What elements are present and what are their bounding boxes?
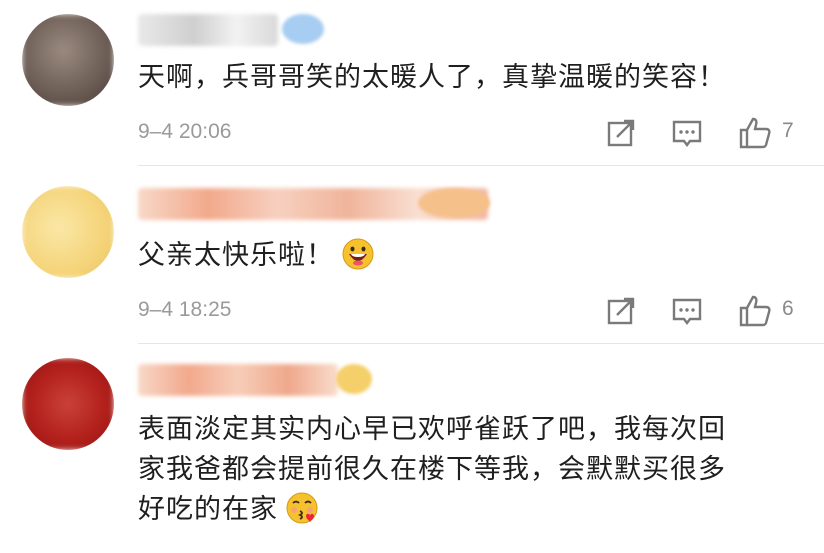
avatar[interactable]: [22, 186, 114, 278]
comment-text: 表面淡定其实内心早已欢呼雀跃了吧，我每次回 家我爸都会提前很久在楼下等我，会默默…: [138, 410, 794, 530]
comment-actions: 6: [600, 294, 810, 328]
avatar[interactable]: [22, 14, 114, 106]
comment-text: 父亲太快乐啦！: [138, 236, 794, 276]
username-redacted[interactable]: [138, 14, 278, 46]
like-count: 6: [782, 297, 794, 320]
username-redacted[interactable]: [138, 364, 338, 396]
comment-actions: 7: [600, 116, 810, 150]
comment-item: 天啊，兵哥哥笑的太暖人了，真挚温暖的笑容！ 9–4 20:06 7: [0, 0, 824, 166]
comment-item: 表面淡定其实内心早已欢呼雀跃了吧，我每次回 家我爸都会提前很久在楼下等我，会默默…: [0, 344, 824, 553]
comment-text: 天啊，兵哥哥笑的太暖人了，真挚温暖的笑容！: [138, 62, 726, 93]
like-icon[interactable]: [738, 116, 772, 150]
comment-text-line-last: 好吃的在家: [138, 490, 794, 530]
reply-icon[interactable]: [670, 294, 704, 328]
like-count: 7: [782, 119, 794, 142]
comment-text-content: 好吃的在家: [138, 494, 278, 525]
user-badge-icon: [418, 188, 490, 218]
comment-time: 9–4 18:25: [138, 298, 232, 321]
comment-text-content: 父亲太快乐啦！: [138, 240, 334, 271]
comment-text-line: 表面淡定其实内心早已欢呼雀跃了吧，我每次回: [138, 414, 726, 445]
comment-time: 9–4 20:06: [138, 120, 232, 143]
user-badge-icon: [282, 14, 324, 44]
share-icon[interactable]: [604, 294, 638, 328]
user-badge-icon: [336, 364, 372, 394]
reply-icon[interactable]: [670, 116, 704, 150]
like-icon[interactable]: [738, 294, 772, 328]
comment-item: 父亲太快乐啦！ 9–4 18:25 6: [0, 166, 824, 344]
kissing-face-icon: [286, 492, 318, 524]
grinning-face-icon: [342, 238, 374, 270]
share-icon[interactable]: [604, 116, 638, 150]
avatar[interactable]: [22, 358, 114, 450]
comment-text-line: 家我爸都会提前很久在楼下等我，会默默买很多: [138, 454, 726, 485]
